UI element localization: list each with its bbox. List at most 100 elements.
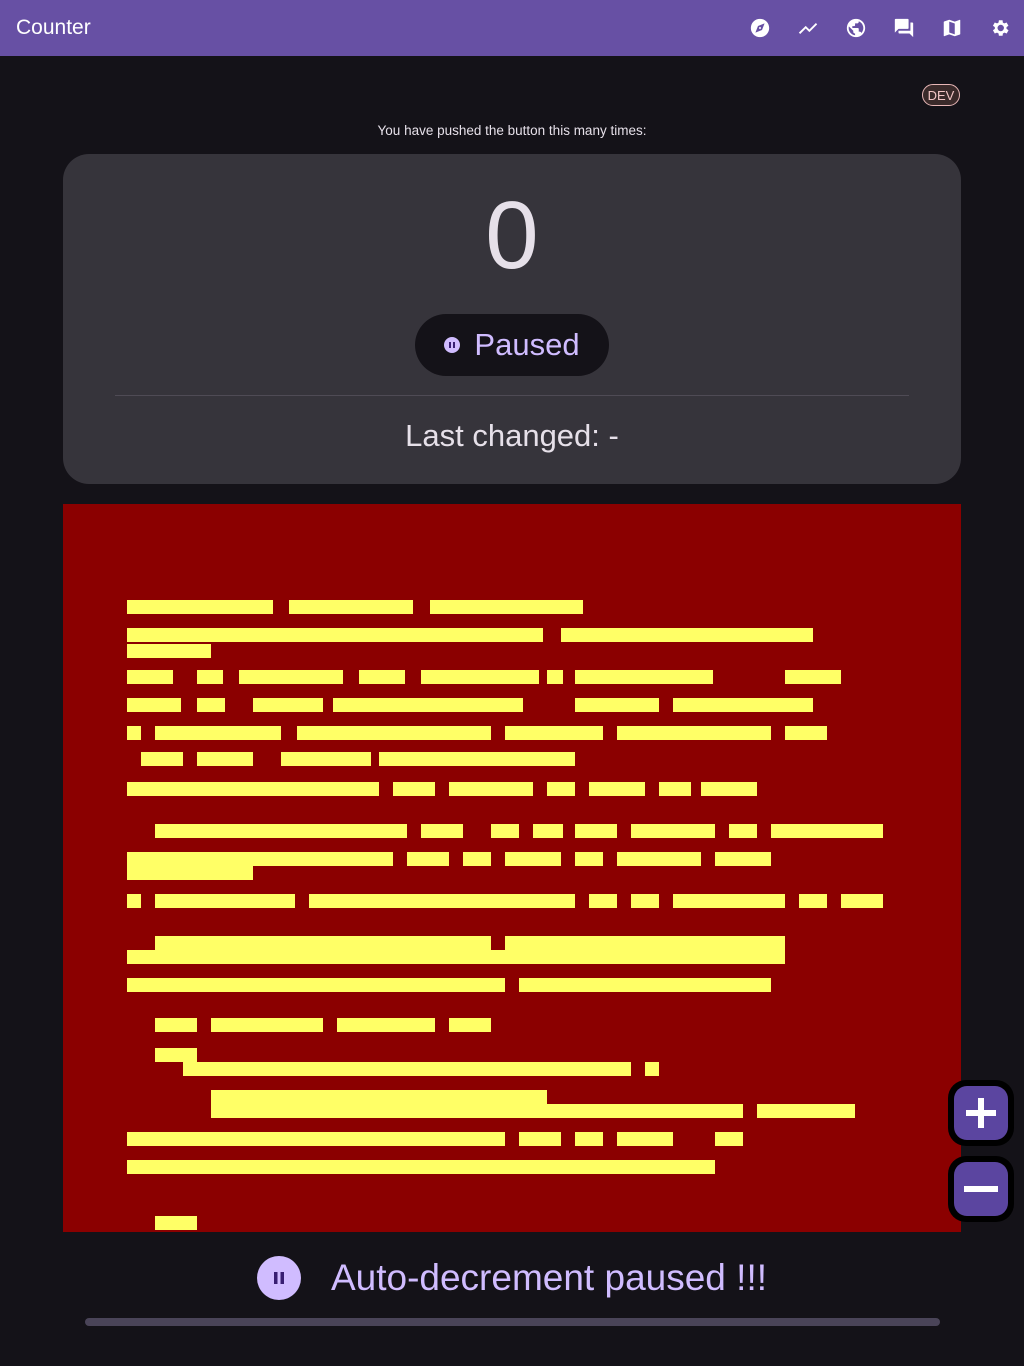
glitch-block (127, 644, 211, 658)
glitch-block (183, 1062, 631, 1076)
gear-icon (992, 20, 1009, 36)
glitch-block (519, 978, 757, 992)
glitch-block (491, 824, 519, 838)
glitch-block (701, 782, 743, 796)
auto-decrement-progress (85, 1318, 940, 1326)
glitch-block (127, 1160, 211, 1174)
glitch-block (309, 894, 575, 908)
stats-button[interactable] (784, 0, 832, 56)
glitch-block (155, 726, 281, 740)
glitch-block (463, 852, 491, 866)
glitch-block (743, 782, 757, 796)
glitch-block (155, 936, 491, 950)
glitch-block (785, 670, 841, 684)
increment-button[interactable] (948, 1080, 1014, 1146)
auto-decrement-toggle[interactable] (256, 1256, 301, 1300)
glitch-block (197, 698, 225, 712)
glitch-block (589, 782, 645, 796)
app-bar: Counter (0, 0, 1024, 56)
glitch-block (197, 670, 223, 684)
last-changed-text: Last changed: - (405, 418, 619, 453)
glitch-block (617, 852, 701, 866)
decrement-button[interactable] (948, 1156, 1014, 1222)
glitch-block (575, 1132, 603, 1146)
glitch-block (211, 1018, 323, 1032)
glitch-block (533, 824, 563, 838)
glitch-render-area (63, 504, 961, 1232)
glitch-block (211, 1104, 743, 1118)
glitch-block (757, 978, 771, 992)
pause-indicator-icon (444, 337, 461, 353)
settings-button[interactable] (976, 0, 1024, 56)
glitch-block (295, 1160, 715, 1174)
web-button[interactable] (832, 0, 880, 56)
glitch-block (127, 894, 141, 908)
glitch-block (449, 1018, 491, 1032)
glitch-block (757, 1104, 855, 1118)
explore-button[interactable] (736, 0, 784, 56)
glitch-block (673, 894, 785, 908)
pause-icon (273, 1272, 284, 1284)
glitch-block (715, 1132, 743, 1146)
glitch-block (127, 670, 173, 684)
glitch-block (155, 894, 295, 908)
glitch-block (297, 726, 491, 740)
glitch-block (127, 866, 253, 880)
glitch-block (127, 1132, 211, 1146)
glitch-block (617, 1132, 673, 1146)
plus-icon (966, 1098, 996, 1128)
glitch-block (645, 1062, 659, 1076)
glitch-block (771, 824, 883, 838)
glitch-block (505, 936, 785, 950)
glitch-block (289, 600, 413, 614)
glitch-block (281, 752, 371, 766)
glitch-block (155, 1018, 197, 1032)
status-chip[interactable]: Paused (415, 314, 609, 376)
counter-card: 0 Paused Last changed: - (63, 154, 961, 484)
glitch-block (407, 852, 449, 866)
glitch-block (393, 782, 435, 796)
glitch-block (785, 726, 827, 740)
dev-badge: DEV (922, 84, 960, 106)
glitch-block (127, 726, 141, 740)
glitch-block (421, 824, 463, 838)
glitch-block (155, 824, 407, 838)
glitch-block (715, 852, 771, 866)
glitch-block (673, 698, 813, 712)
glitch-block (617, 726, 771, 740)
glitch-block (575, 852, 603, 866)
glitch-block (127, 698, 181, 712)
glitch-block (589, 894, 617, 908)
glitch-block (575, 824, 617, 838)
map-icon (943, 19, 961, 37)
glitch-block (631, 894, 659, 908)
glitch-block (449, 782, 533, 796)
glitch-block (421, 670, 539, 684)
map-button[interactable] (928, 0, 976, 56)
glitch-block (211, 1132, 449, 1146)
glitch-block (155, 1216, 197, 1230)
compass-icon (750, 18, 770, 38)
glitch-block (141, 752, 183, 766)
app-title: Counter (16, 16, 91, 39)
minus-icon (964, 1186, 998, 1192)
glitch-block (631, 824, 715, 838)
glitch-block (127, 852, 393, 866)
glitch-block (333, 698, 523, 712)
auto-decrement-label: Auto-decrement paused !!! (330, 1257, 768, 1298)
glitch-block (127, 978, 505, 992)
glitch-block (127, 782, 379, 796)
forum-icon (894, 18, 914, 38)
glitch-block (430, 600, 583, 614)
chat-button[interactable] (880, 0, 928, 56)
divider (115, 395, 909, 396)
globe-icon (846, 18, 866, 38)
glitch-block (449, 1132, 505, 1146)
glitch-block (359, 670, 405, 684)
glitch-block (575, 698, 659, 712)
glitch-block (841, 894, 883, 908)
trending-up-icon (798, 23, 818, 34)
glitch-block (519, 950, 785, 964)
glitch-block (253, 698, 323, 712)
glitch-block (155, 1048, 197, 1062)
